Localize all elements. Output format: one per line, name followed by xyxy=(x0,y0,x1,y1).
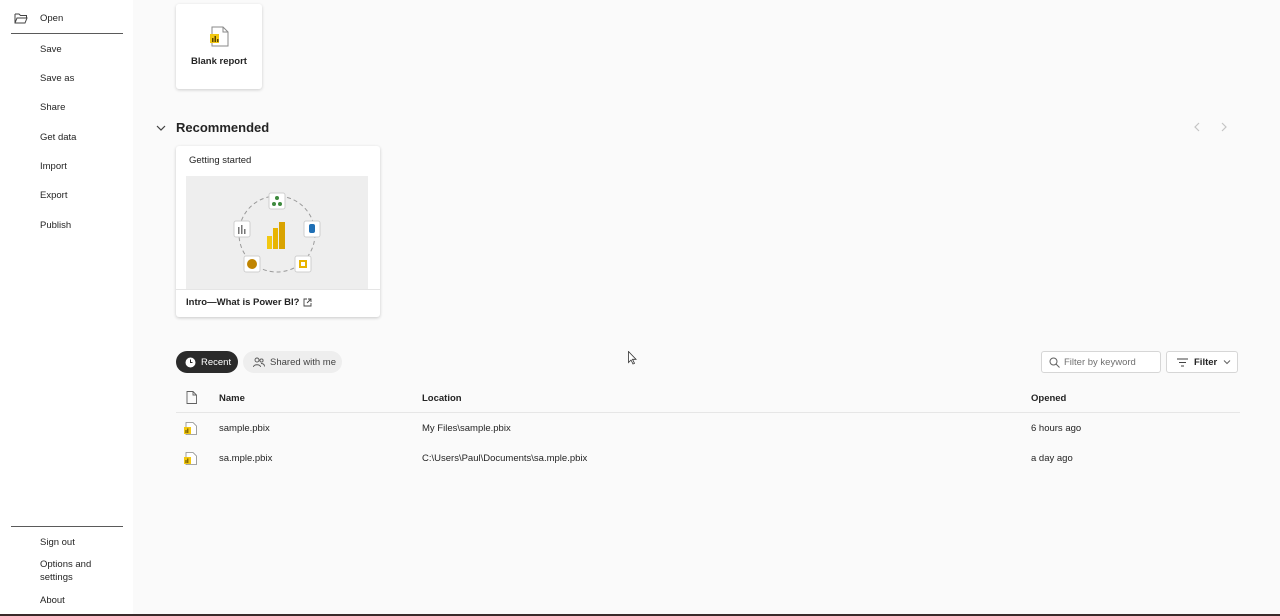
file-type-icon xyxy=(186,391,197,404)
sidebar-divider xyxy=(11,33,123,34)
sidebar-item-export[interactable]: Export xyxy=(0,183,133,207)
sidebar-item-open[interactable]: Open xyxy=(0,6,133,30)
pbix-file-icon xyxy=(184,452,197,465)
blank-report-card[interactable]: Blank report xyxy=(176,4,262,89)
power-bi-illustration xyxy=(186,176,368,290)
sidebar-item-label: Sign out xyxy=(40,536,75,548)
sidebar-item-label: Get data xyxy=(40,131,77,143)
intro-link-label: Intro—What is Power BI? xyxy=(186,297,300,308)
chevron-down-icon[interactable] xyxy=(155,122,167,134)
search-input[interactable] xyxy=(1064,354,1159,370)
sidebar-item-save-as[interactable]: Save as xyxy=(0,66,133,90)
sidebar-item-label: About xyxy=(40,594,65,606)
folder-open-icon xyxy=(14,13,28,24)
tab-label: Recent xyxy=(201,356,232,368)
chevron-right-icon[interactable] xyxy=(1218,121,1230,133)
file-opened: a day ago xyxy=(1031,453,1073,464)
sidebar-divider xyxy=(11,526,123,527)
sidebar-item-options-settings[interactable]: Options and settings xyxy=(0,556,133,586)
clock-icon xyxy=(185,357,196,367)
mouse-cursor-icon xyxy=(628,351,637,365)
filter-by-keyword-input[interactable] xyxy=(1041,351,1161,373)
file-location: C:\Users\Paul\Documents\sa.mple.pbix xyxy=(422,453,588,464)
recommended-title: Recommended xyxy=(176,120,270,135)
chevron-down-icon xyxy=(1223,360,1231,365)
backstage-sidebar: Open Save Save as Share Get data Import … xyxy=(0,0,133,616)
column-header-location[interactable]: Location xyxy=(422,393,462,404)
file-name: sa.mple.pbix xyxy=(219,453,273,464)
tab-recent[interactable]: Recent xyxy=(176,351,238,373)
sidebar-item-label: Publish xyxy=(40,219,72,231)
sidebar-item-sign-out[interactable]: Sign out xyxy=(0,530,133,554)
blank-report-icon xyxy=(210,26,229,47)
sidebar-item-label: Save xyxy=(40,43,62,55)
sidebar-item-label: Import xyxy=(40,160,67,172)
table-row[interactable]: sample.pbix My Files\sample.pbix 6 hours… xyxy=(176,413,1240,443)
sidebar-item-label: Options and settings xyxy=(40,559,92,583)
people-icon xyxy=(253,357,265,367)
card-divider xyxy=(176,289,380,290)
tab-label: Shared with me xyxy=(270,356,337,368)
sidebar-item-publish[interactable]: Publish xyxy=(0,213,133,237)
file-opened: 6 hours ago xyxy=(1031,423,1082,434)
sidebar-item-about[interactable]: About xyxy=(0,588,133,612)
file-location: My Files\sample.pbix xyxy=(422,423,511,434)
filter-icon xyxy=(1177,358,1188,366)
column-header-opened[interactable]: Opened xyxy=(1031,393,1066,404)
blank-report-label: Blank report xyxy=(191,56,247,67)
intro-link[interactable]: Intro—What is Power BI? xyxy=(186,297,312,308)
filter-button-label: Filter xyxy=(1194,356,1218,368)
table-row[interactable]: sa.mple.pbix C:\Users\Paul\Documents\sa.… xyxy=(176,443,1240,473)
filter-button[interactable]: Filter xyxy=(1166,351,1238,373)
sidebar-item-save[interactable]: Save xyxy=(0,37,133,61)
tab-shared-with-me[interactable]: Shared with me xyxy=(243,351,342,373)
column-header-name[interactable]: Name xyxy=(219,393,245,404)
chevron-left-icon[interactable] xyxy=(1191,121,1203,133)
sidebar-item-label: Export xyxy=(40,189,68,201)
sidebar-item-label: Open xyxy=(40,12,64,24)
getting-started-card[interactable]: Getting started Intro—What is Power BI? xyxy=(176,146,380,317)
sidebar-item-get-data[interactable]: Get data xyxy=(0,125,133,149)
sidebar-item-label: Save as xyxy=(40,72,75,84)
sidebar-item-import[interactable]: Import xyxy=(0,154,133,178)
card-header: Getting started xyxy=(189,155,252,166)
external-link-icon xyxy=(304,298,312,307)
search-icon xyxy=(1049,357,1060,368)
sidebar-item-label: Share xyxy=(40,101,66,113)
pbix-file-icon xyxy=(184,422,197,435)
file-name: sample.pbix xyxy=(219,423,270,434)
sidebar-item-share[interactable]: Share xyxy=(0,95,133,119)
